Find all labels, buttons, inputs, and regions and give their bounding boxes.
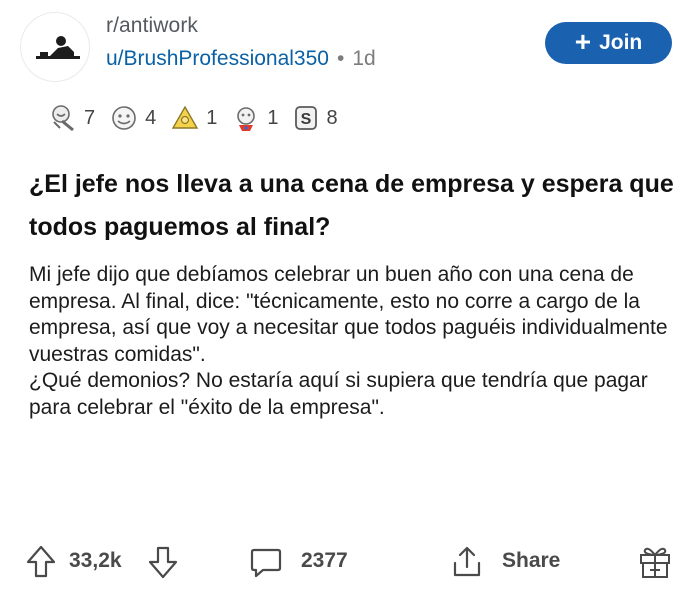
share-icon (453, 546, 481, 577)
award-item[interactable]: 1 (170, 103, 217, 133)
superhero-award-icon (237, 107, 256, 131)
post-header: r/antiwork u/BrushProfessional350 • 1d + J… (0, 0, 700, 92)
award-item[interactable]: 4 (109, 103, 156, 133)
share-button[interactable] (450, 545, 484, 579)
plus-icon: + (574, 25, 592, 57)
gold-award-icon (172, 105, 199, 129)
join-label: Join (599, 31, 643, 54)
subreddit-avatar[interactable] (20, 12, 90, 82)
award-count: 4 (145, 106, 157, 129)
post-title[interactable]: ¿El jefe nos lleva a una cena de empresa… (29, 163, 679, 249)
award-item[interactable]: S 8 (293, 103, 338, 133)
award-count: 8 (326, 106, 338, 129)
upvote-arrow-icon (26, 545, 56, 578)
award-count: 1 (267, 106, 279, 129)
awards-row[interactable]: 7 4 1 1 S 8 (48, 102, 352, 134)
meta-separator: • (336, 47, 345, 70)
upvote-button[interactable] (26, 545, 56, 579)
silver-coin-award-icon: S (294, 106, 317, 130)
give-award-button[interactable] (638, 544, 672, 580)
antiwork-logo-icon (36, 36, 80, 59)
post-actions-bar: 33,2k 2377 Share (0, 535, 700, 593)
award-item[interactable]: 1 (231, 103, 279, 133)
share-label[interactable]: Share (502, 549, 560, 573)
downvote-arrow-icon (148, 546, 178, 579)
wholesome-award-icon (112, 106, 136, 130)
subreddit-name[interactable]: r/antiwork (106, 14, 198, 38)
join-button[interactable]: + Join (545, 22, 672, 64)
body-paragraph: Mi jefe dijo que debíamos celebrar un bu… (29, 263, 668, 366)
body-paragraph: ¿Qué demonios? No estaría aquí si supier… (29, 369, 648, 419)
svg-text:S: S (300, 111, 311, 128)
downvote-button[interactable] (148, 545, 178, 579)
gift-icon (640, 547, 670, 578)
post-body: Mi jefe dijo que debíamos celebrar un bu… (29, 262, 679, 421)
username-link[interactable]: u/BrushProfessional350 (106, 47, 329, 70)
post-age: 1d (352, 47, 376, 70)
helpful-award-icon (52, 105, 74, 132)
vote-count: 33,2k (69, 549, 122, 572)
post-meta: u/BrushProfessional350 • 1d (106, 47, 376, 71)
comment-count: 2377 (301, 549, 348, 572)
comment-bubble-icon (250, 548, 282, 578)
award-count: 1 (206, 106, 218, 129)
award-count: 7 (84, 106, 96, 129)
award-item[interactable]: 7 (48, 103, 95, 133)
comments-button[interactable] (249, 546, 283, 580)
